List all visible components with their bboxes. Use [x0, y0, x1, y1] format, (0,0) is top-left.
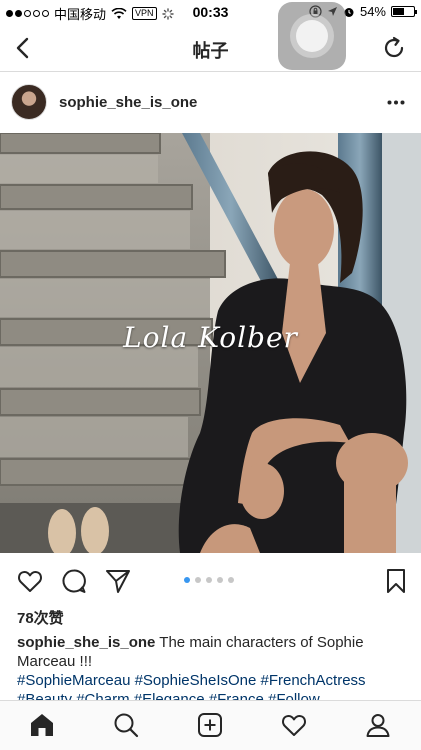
avatar[interactable] [11, 84, 47, 120]
assistive-touch-center [296, 20, 328, 52]
post-actions [0, 553, 421, 609]
navigation-bar: 帖子 [0, 24, 421, 72]
caption-username[interactable]: sophie_she_is_one [17, 634, 155, 651]
carousel-dot [184, 577, 190, 583]
search-icon[interactable] [112, 711, 140, 739]
post-photo[interactable]: Lola Kolber [0, 133, 421, 553]
bottom-tab-bar [0, 700, 421, 750]
battery-icon [391, 6, 417, 17]
post-header: sophie_she_is_one [0, 73, 421, 133]
status-bar: 中国移动 VPN 00:33 54% [0, 0, 421, 24]
carousel-dot [217, 577, 223, 583]
home-icon[interactable] [28, 711, 56, 739]
battery-fill [393, 8, 404, 15]
page-title: 帖子 [192, 41, 229, 61]
carousel-dot [195, 577, 201, 583]
post-username[interactable]: sophie_she_is_one [59, 94, 197, 111]
bookmark-icon[interactable] [382, 567, 410, 595]
carousel-dot [206, 577, 212, 583]
carousel-dot [228, 577, 234, 583]
likes-count[interactable]: 78次赞 [17, 607, 64, 628]
more-options-icon[interactable] [387, 100, 405, 105]
refresh-icon[interactable] [381, 35, 407, 61]
share-icon[interactable] [104, 567, 132, 595]
carousel-indicator [184, 577, 234, 583]
profile-icon[interactable] [364, 711, 392, 739]
new-post-icon[interactable] [196, 711, 224, 739]
battery-percentage: 54% [359, 4, 386, 19]
photo-watermark-text: Lola Kolber [123, 321, 298, 354]
comment-icon[interactable] [60, 567, 88, 595]
heart-icon[interactable] [16, 567, 44, 595]
activity-heart-icon[interactable] [280, 711, 308, 739]
assistive-touch-button[interactable] [278, 2, 346, 70]
post-caption: sophie_she_is_one The main characters of… [17, 633, 409, 709]
